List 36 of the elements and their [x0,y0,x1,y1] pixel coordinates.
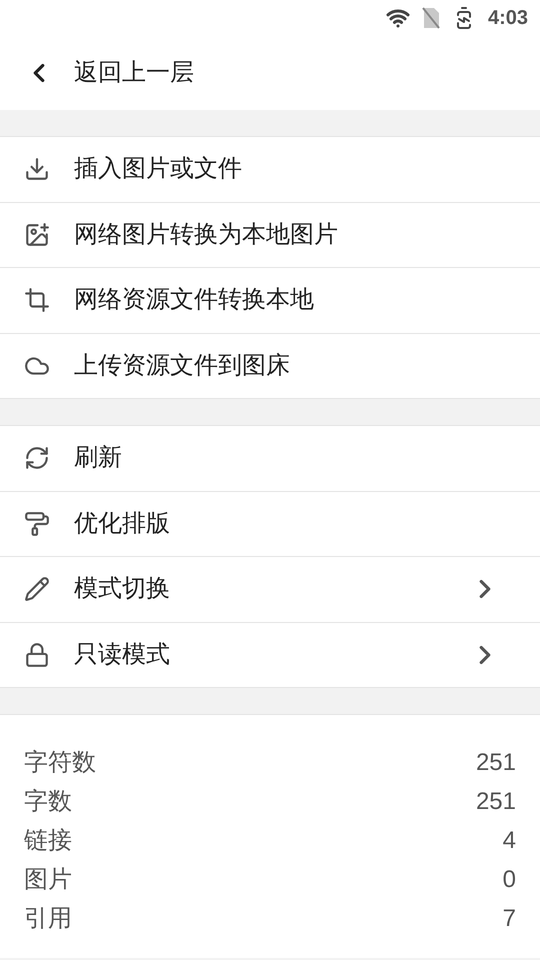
stat-label: 字数 [24,786,72,816]
menu-item-label: 插入图片或文件 [74,154,243,184]
clock-time: 4:03 [488,6,528,31]
menu-item[interactable]: 只读模式 [0,622,540,688]
menu-item-label: 网络图片转换为本地图片 [74,220,339,250]
menu-item[interactable]: 网络资源文件转换本地 [0,268,540,334]
menu-item[interactable]: 模式切换 [0,557,540,622]
no-sim-icon [422,7,440,29]
menu-item[interactable]: 上传资源文件到图床 [0,334,540,399]
menu-item-label: 优化排版 [74,508,171,539]
menu-item-label: 网络资源文件转换本地 [74,285,315,316]
menu-item[interactable]: 刷新 [0,426,540,492]
menu-item-label: 只读模式 [74,640,171,670]
stat-value: 4 [502,826,516,856]
crop-icon [24,287,50,314]
stat-value: 7 [502,904,516,934]
stat-label: 链接 [24,826,72,856]
stat-label: 引用 [24,904,72,934]
lock-icon [24,642,50,668]
pencil-icon [24,576,50,602]
image-plus-icon [24,222,50,248]
paint-roller-icon [24,510,50,537]
menu-item[interactable]: 网络图片转换为本地图片 [0,202,540,268]
menu-item[interactable]: 插入图片或文件 [0,137,540,202]
stat-label: 字符数 [24,748,96,778]
back-button[interactable]: 返回上一层 [0,36,540,110]
stat-value: 251 [476,748,516,778]
menu-item[interactable]: 优化排版 [0,492,540,557]
menu-item-label: 刷新 [74,443,123,474]
menu-item-label: 上传资源文件到图床 [74,350,291,381]
stat-label: 图片 [24,864,72,894]
download-icon [24,156,50,182]
refresh-icon [24,445,50,472]
stat-value: 0 [502,864,516,894]
stat-value: 251 [476,786,516,816]
menu-item-label: 模式切换 [74,574,171,604]
